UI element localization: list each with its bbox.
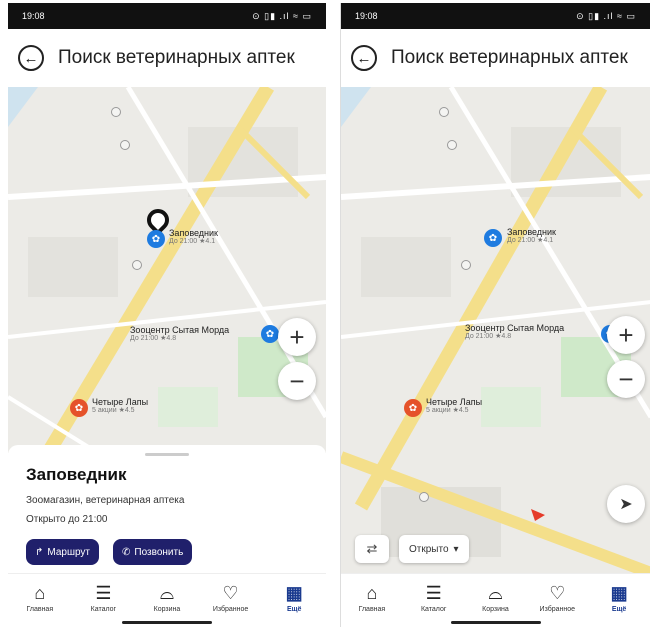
sliders-icon: ⇄	[366, 541, 378, 556]
route-button[interactable]: ↱ Маршрут	[26, 539, 100, 565]
tab-home[interactable]: ⌂ Главная	[13, 582, 67, 627]
heart-icon: ♡	[549, 583, 566, 603]
poi-icon	[120, 140, 130, 150]
marker-name: Четыре Лапы	[92, 397, 149, 407]
grid-icon: ▦	[285, 583, 303, 603]
status-bar: 19:08 ⊙ ▯▮ .ıl ≈ ▭	[8, 3, 326, 29]
map-roads	[8, 87, 326, 453]
marker-name: Зооцентр Сытая Морда	[465, 323, 565, 333]
bottom-tab-bar: ⌂ Главная ☰ Каталог ⌓ Корзина ♡ Избранное ▦ Е…	[341, 573, 650, 627]
call-button[interactable]: ✆ Позвонить	[113, 539, 193, 565]
back-button[interactable]: ←	[351, 45, 377, 71]
map-marker-label[interactable]: Четыре Лапы 5 акции ★4.5	[426, 397, 482, 415]
route-label: Маршрут	[47, 546, 91, 558]
navigation-arrow-icon: ➤	[619, 496, 633, 513]
page-title: Поиск ветеринарных аптек	[391, 47, 628, 68]
home-indicator	[450, 621, 541, 624]
chevron-down-icon: ▾	[453, 543, 459, 555]
filter-settings-button[interactable]: ⇄	[355, 535, 389, 563]
phone-screen-left: 19:08 ⊙ ▯▮ .ıl ≈ ▭ ← Поиск ветеринарных …	[8, 3, 326, 627]
place-hours: Открыто до 21:00	[26, 514, 108, 525]
marker-sub: До 21:00 ★4.1	[169, 238, 216, 246]
app-bar: ← Поиск ветеринарных аптек	[341, 29, 650, 87]
tab-home[interactable]: ⌂ Главная	[345, 582, 399, 627]
map-marker-label[interactable]: Заповедник До 21:00 ★4.1	[169, 228, 218, 246]
pet-store-pin-icon[interactable]: ✿	[404, 399, 422, 417]
tab-more[interactable]: ▦ Ещё	[267, 582, 321, 627]
map-marker-label[interactable]: Заповедник До 21:00 ★4.1	[507, 227, 556, 245]
poi-icon	[439, 107, 449, 117]
map-marker-label[interactable]: Зооцентр Сытая Морда До 21:00 ★4.8	[130, 325, 229, 343]
status-time: 19:08	[355, 11, 378, 21]
marker-sub: До 21:00 ★4.1	[507, 237, 554, 245]
marker-sub: 5 акции ★4.5	[426, 407, 469, 415]
status-icons: ⊙ ▯▮ .ıl ≈ ▭	[252, 10, 312, 21]
cart-icon: ⌓	[159, 583, 175, 603]
marker-sub: До 21:00 ★4.8	[465, 333, 512, 341]
place-details-sheet: Заповедник Зоомагазин, ветеринарная апте…	[8, 445, 326, 573]
map-filter-bar: ⇄ Открыто ▾	[355, 535, 469, 563]
place-title: Заповедник	[26, 465, 127, 484]
sheet-handle[interactable]	[145, 453, 189, 456]
status-icons: ⊙ ▯▮ .ıl ≈ ▭	[576, 10, 636, 21]
zoom-in-button[interactable]: +	[278, 318, 316, 356]
zoom-out-button[interactable]: −	[607, 360, 645, 398]
poi-icon	[132, 260, 142, 270]
marker-sub: 5 акции ★4.5	[92, 407, 135, 415]
my-location-button[interactable]: ➤	[607, 485, 645, 523]
catalog-icon: ☰	[95, 583, 112, 603]
call-label: Позвонить	[134, 546, 184, 558]
zoom-out-button[interactable]: −	[278, 362, 316, 400]
place-description: Зоомагазин, ветеринарная аптека	[26, 495, 185, 506]
arrow-left-icon: ←	[23, 49, 39, 67]
poi-icon	[461, 260, 471, 270]
map-view[interactable]: ✿ Заповедник До 21:00 ★4.1 ✿ Зооцентр Сы…	[341, 87, 650, 573]
poi-icon	[111, 107, 121, 117]
pet-store-pin-icon[interactable]: ✿	[261, 325, 279, 343]
tab-favorites[interactable]: ♡ Избранное	[204, 582, 258, 627]
marker-name: Заповедник	[507, 227, 556, 237]
heart-icon: ♡	[222, 583, 239, 603]
poi-icon	[419, 492, 429, 502]
marker-name: Зооцентр Сытая Морда	[130, 325, 230, 335]
map-marker-label[interactable]: Зооцентр Сытая Морда До 21:00 ★4.8	[465, 323, 564, 341]
zoom-in-button[interactable]: +	[607, 316, 645, 354]
map-marker-label[interactable]: Четыре Лапы 5 акции ★4.5	[92, 397, 148, 415]
back-button[interactable]: ←	[18, 45, 44, 71]
tab-more[interactable]: ▦ Ещё	[592, 582, 646, 627]
home-icon: ⌂	[34, 583, 46, 603]
pet-store-pin-icon[interactable]: ✿	[70, 399, 88, 417]
catalog-icon: ☰	[425, 583, 442, 603]
home-indicator	[122, 621, 212, 624]
pet-store-pin-icon[interactable]: ✿	[147, 230, 165, 248]
app-bar: ← Поиск ветеринарных аптек	[8, 29, 326, 87]
status-bar: 19:08 ⊙ ▯▮ .ıl ≈ ▭	[341, 3, 650, 29]
poi-icon	[447, 140, 457, 150]
status-time: 19:08	[22, 11, 45, 21]
grid-icon: ▦	[610, 583, 628, 603]
phone-screen-right: 19:08 ⊙ ▯▮ .ıl ≈ ▭ ← Поиск ветеринарных …	[340, 3, 650, 627]
route-icon: ↱	[35, 546, 44, 558]
page-title: Поиск ветеринарных аптек	[58, 47, 295, 68]
cart-icon: ⌓	[488, 583, 503, 603]
map-view[interactable]: ✿ Заповедник До 21:00 ★4.1 ✿ Зооцентр Сы…	[8, 87, 326, 453]
open-now-filter-chip[interactable]: Открыто ▾	[399, 535, 469, 563]
filter-chip-label: Открыто	[409, 543, 449, 555]
marker-name: Четыре Лапы	[426, 397, 483, 407]
marker-sub: До 21:00 ★4.8	[130, 335, 177, 343]
home-icon: ⌂	[366, 583, 378, 603]
phone-icon: ✆	[122, 546, 131, 558]
bottom-tab-bar: ⌂ Главная ☰ Каталог ⌓ Корзина ♡ Избранное ▦ Е…	[8, 573, 326, 627]
marker-name: Заповедник	[169, 228, 218, 238]
arrow-left-icon: ←	[356, 49, 372, 67]
pet-store-pin-icon[interactable]: ✿	[484, 229, 502, 247]
